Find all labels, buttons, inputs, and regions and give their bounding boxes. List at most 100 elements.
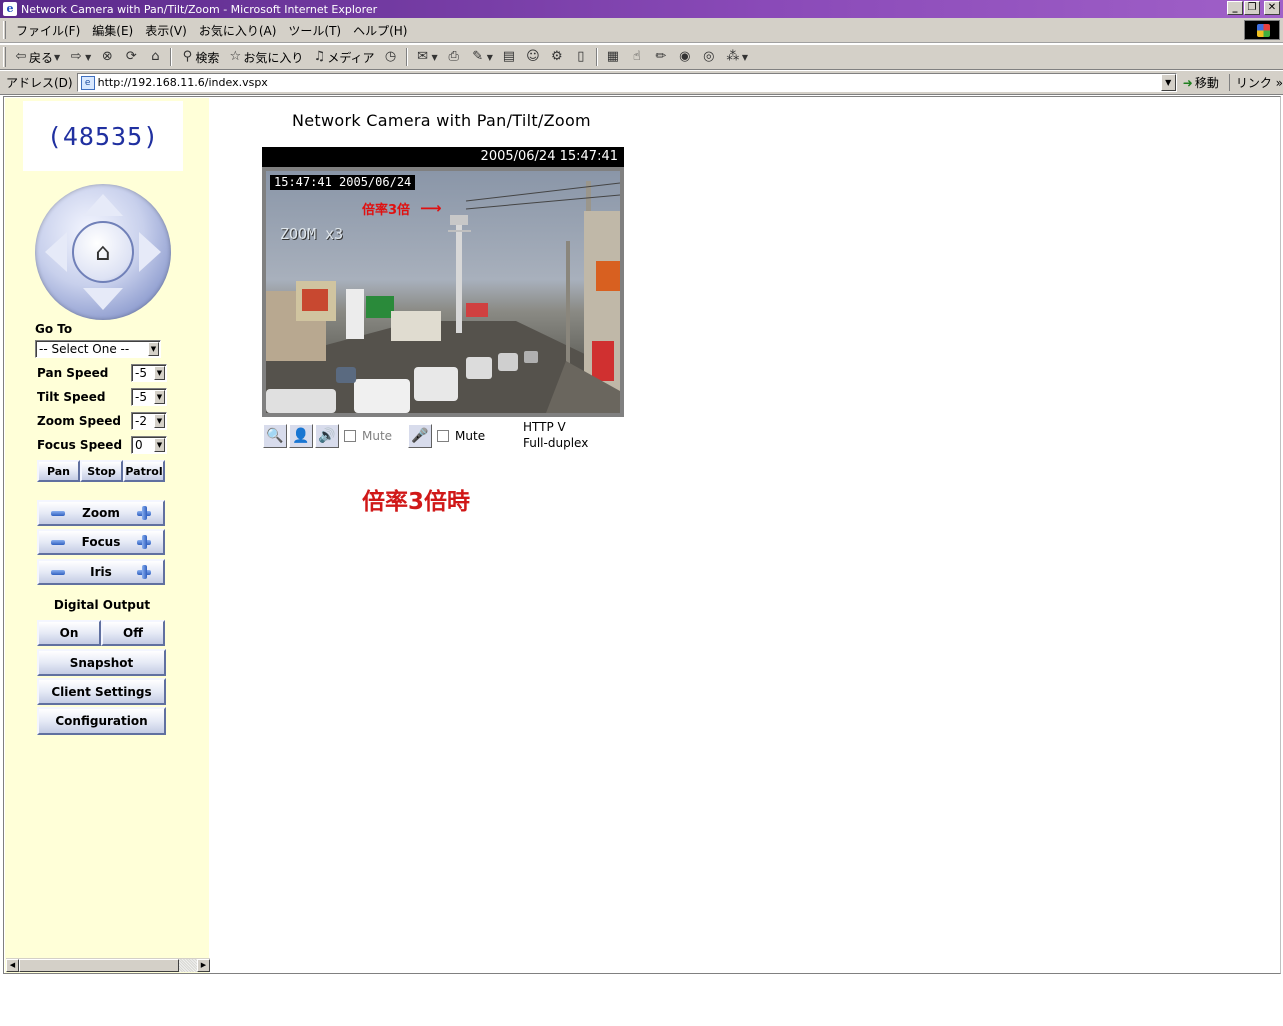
page-content: (48535) ⌂ Go To -- Select One -- ▼ Pan S…	[3, 96, 1281, 974]
horizontal-scrollbar[interactable]: ◀ ▶	[6, 958, 210, 972]
forward-dropdown-icon[interactable]: ▼	[85, 53, 91, 62]
zoom-in-plus-icon[interactable]	[136, 506, 151, 520]
patrol-button[interactable]: Patrol	[123, 460, 165, 482]
scroll-track[interactable]	[19, 959, 197, 972]
print-button[interactable]: ⎙	[442, 49, 466, 65]
address-input[interactable]: e http://192.168.11.6/index.vspx ▼	[76, 73, 1177, 92]
home-button[interactable]: ⌂	[143, 49, 167, 65]
forward-button[interactable]: ⇨ ▼	[64, 49, 95, 65]
select-dropdown-icon[interactable]: ▼	[154, 414, 165, 428]
tool-button-5[interactable]: ✏	[649, 49, 673, 65]
menu-view[interactable]: 表示(V)	[139, 22, 193, 39]
focus-speed-label: Focus Speed	[37, 438, 123, 452]
connection-info: HTTP V Full-duplex	[523, 419, 588, 451]
search-button[interactable]: ⚲ 検索	[175, 49, 223, 66]
speaker-mute-label: Mute	[362, 429, 393, 443]
select-dropdown-icon[interactable]: ▼	[154, 366, 165, 380]
tool-button-6[interactable]: ◉	[673, 49, 697, 65]
back-button[interactable]: ⇦ 戻る ▼	[9, 49, 64, 66]
configuration-button[interactable]: Configuration	[37, 707, 166, 735]
tilt-up-arrow-icon[interactable]	[83, 194, 123, 216]
live-video[interactable]: 15:47:41 2005/06/24 ZOOM x3 倍率3倍 ⟶	[266, 171, 620, 413]
restore-button[interactable]: ❐	[1244, 1, 1260, 15]
zoom-speed-select[interactable]: -2 ▼	[131, 412, 167, 430]
microphone-mute-checkbox[interactable]	[437, 430, 450, 442]
back-dropdown-icon[interactable]: ▼	[54, 53, 60, 62]
goto-select[interactable]: -- Select One -- ▼	[35, 340, 161, 358]
iris-open-plus-icon[interactable]	[136, 565, 151, 579]
iris-close-minus-icon[interactable]	[51, 569, 65, 575]
pan-speed-row: Pan Speed -5 ▼	[37, 364, 171, 382]
links-button[interactable]: リンク »	[1228, 74, 1283, 91]
history-button[interactable]: ◷	[379, 49, 403, 65]
page-icon: e	[80, 75, 95, 90]
toolbar-separator	[405, 48, 408, 66]
menu-help[interactable]: ヘルプ(H)	[347, 22, 413, 39]
select-dropdown-icon[interactable]: ▼	[154, 438, 165, 452]
scroll-thumb[interactable]	[19, 959, 179, 972]
digital-zoom-icon[interactable]: 🔍	[263, 424, 287, 448]
edit-button[interactable]: ✎ ▼	[466, 49, 497, 65]
house-icon: ⌂	[95, 238, 111, 266]
talk-icon[interactable]: 👤	[289, 424, 313, 448]
stop-icon: ⊗	[101, 49, 113, 64]
client-settings-button[interactable]: Client Settings	[37, 678, 166, 705]
tilt-speed-select[interactable]: -5 ▼	[131, 388, 167, 406]
digital-output-on-button[interactable]: On	[37, 620, 101, 646]
edit-dropdown-icon[interactable]: ▼	[487, 53, 493, 62]
translate-dropdown-icon[interactable]: ▼	[742, 53, 748, 62]
menu-favorites[interactable]: お気に入り(A)	[193, 22, 283, 39]
address-url[interactable]: http://192.168.11.6/index.vspx	[98, 76, 268, 89]
speaker-mute-checkbox[interactable]	[344, 430, 356, 442]
minimize-button[interactable]: _	[1227, 1, 1243, 15]
mail-button[interactable]: ✉ ▼	[411, 49, 442, 65]
tool-button-7[interactable]: ◎	[697, 49, 721, 65]
tool-2-icon: ▯	[577, 49, 585, 64]
focus-far-plus-icon[interactable]	[136, 535, 151, 549]
windows-logo	[1244, 20, 1280, 40]
select-dropdown-icon[interactable]: ▼	[154, 390, 165, 404]
mail-dropdown-icon[interactable]: ▼	[432, 53, 438, 62]
pan-speed-select[interactable]: -5 ▼	[131, 364, 167, 382]
address-dropdown-icon[interactable]: ▼	[1160, 74, 1176, 91]
stop-button[interactable]: ⊗	[95, 49, 119, 65]
go-button[interactable]: ➜ 移動	[1183, 74, 1219, 91]
tool-button-2[interactable]: ▯	[569, 49, 593, 65]
translate-icon: ⁂	[726, 49, 740, 64]
focus-near-minus-icon[interactable]	[51, 539, 65, 545]
refresh-button[interactable]: ⟳	[119, 49, 143, 65]
goto-label: Go To	[35, 322, 73, 336]
osd-zoom-level: ZOOM x3	[280, 225, 344, 243]
translate-button[interactable]: ⁂ ▼	[721, 49, 752, 65]
close-button[interactable]: ✕	[1264, 1, 1280, 15]
focus-speed-select[interactable]: 0 ▼	[131, 436, 167, 454]
digital-output-off-button[interactable]: Off	[101, 620, 165, 646]
pan-button[interactable]: Pan	[37, 460, 80, 482]
speaker-icon[interactable]: 🔊	[315, 424, 339, 448]
media-button[interactable]: ♫ メディア	[307, 49, 378, 66]
pan-right-arrow-icon[interactable]	[139, 232, 161, 272]
home-position-button[interactable]: ⌂	[72, 221, 134, 283]
microphone-icon[interactable]: 🎤	[408, 424, 433, 448]
page-title: Network Camera with Pan/Tilt/Zoom	[292, 111, 591, 130]
audio-control-row: 🔍 👤 🔊 Mute 🎤 Mute	[263, 423, 485, 449]
tool-button-1[interactable]: ⚙	[545, 49, 569, 65]
discuss-button[interactable]: ▤	[497, 49, 521, 65]
tool-button-3[interactable]: ▦	[601, 49, 625, 65]
pan-left-arrow-icon[interactable]	[45, 232, 67, 272]
scroll-left-icon[interactable]: ◀	[6, 959, 19, 972]
tool-7-icon: ◎	[703, 49, 715, 64]
zoom-out-minus-icon[interactable]	[51, 510, 65, 516]
tilt-down-arrow-icon[interactable]	[83, 288, 123, 310]
tool-button-4[interactable]: ☝	[625, 49, 649, 65]
forward-arrow-icon: ⇨	[70, 49, 82, 64]
select-dropdown-icon[interactable]: ▼	[148, 342, 159, 356]
menu-tools[interactable]: ツール(T)	[282, 22, 347, 39]
menu-edit[interactable]: 編集(E)	[86, 22, 139, 39]
messenger-button[interactable]: ☺	[521, 49, 545, 65]
menu-file[interactable]: ファイル(F)	[10, 22, 86, 39]
stop-patrol-button[interactable]: Stop	[80, 460, 123, 482]
favorites-button[interactable]: ☆ お気に入り	[223, 49, 307, 66]
messenger-icon: ☺	[526, 49, 540, 64]
snapshot-button[interactable]: Snapshot	[37, 649, 166, 676]
